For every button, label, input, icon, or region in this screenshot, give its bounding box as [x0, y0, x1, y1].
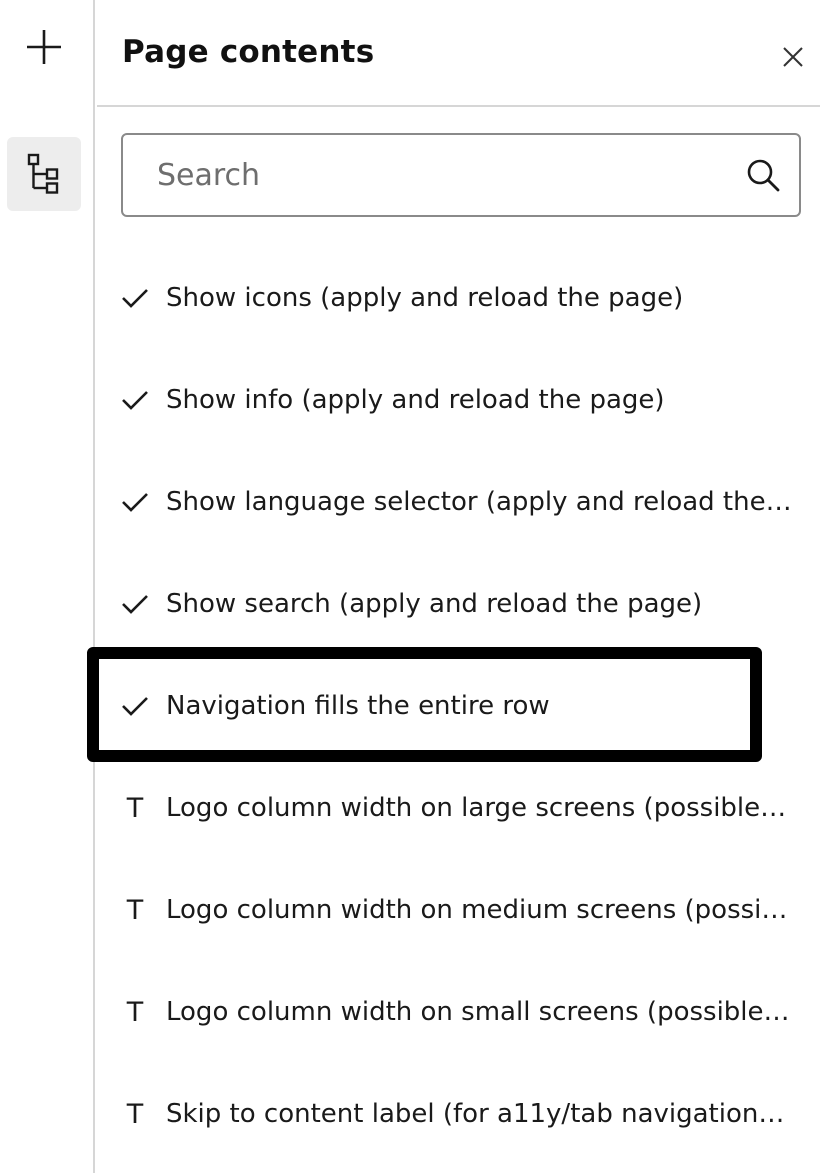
page-contents-button[interactable]: [7, 137, 81, 211]
panel-title: Page contents: [122, 34, 375, 70]
check-icon: [121, 386, 149, 414]
text-type-icon: T: [126, 894, 144, 926]
search-input[interactable]: [157, 135, 717, 215]
check-icon: [121, 590, 149, 618]
check-icon: [121, 488, 149, 516]
contents-list: Show icons (apply and reload the page) S…: [97, 247, 820, 1165]
close-icon: [783, 47, 803, 67]
panel-header: Page contents: [97, 0, 820, 107]
search-icon[interactable]: [745, 157, 781, 193]
list-item-label: Show info (apply and reload the page): [166, 385, 665, 415]
list-item[interactable]: T Logo column width on medium screens (p…: [97, 859, 820, 961]
page-contents-panel: Page contents Show icons (apply and relo…: [97, 0, 820, 1173]
add-button[interactable]: [7, 10, 81, 84]
list-item-label: Logo column width on large screens (poss…: [166, 793, 792, 823]
list-item-label: Skip to content label (for a11y/tab navi…: [166, 1099, 792, 1129]
list-item-label: Show icons (apply and reload the page): [166, 283, 684, 313]
list-item[interactable]: T Logo column width on small screens (po…: [97, 961, 820, 1063]
list-item[interactable]: Show search (apply and reload the page): [97, 553, 820, 655]
text-type-icon: T: [126, 996, 144, 1028]
list-item-label: Show search (apply and reload the page): [166, 589, 703, 619]
side-rail: [0, 0, 95, 1173]
list-item-navigation-fills-row[interactable]: Navigation fills the entire row: [97, 655, 820, 757]
tree-structure-icon: [27, 153, 59, 194]
check-icon: [121, 284, 149, 312]
plus-icon: [27, 30, 61, 64]
list-item[interactable]: Show info (apply and reload the page): [97, 349, 820, 451]
list-item[interactable]: Show icons (apply and reload the page): [97, 247, 820, 349]
list-item-label: Navigation fills the entire row: [166, 691, 550, 721]
list-item[interactable]: T Skip to content label (for a11y/tab na…: [97, 1063, 820, 1165]
list-item-label: Logo column width on small screens (poss…: [166, 997, 792, 1027]
list-item-label: Logo column width on medium screens (pos…: [166, 895, 788, 925]
text-type-icon: T: [126, 1098, 144, 1130]
text-type-icon: T: [126, 792, 144, 824]
check-icon: [121, 692, 149, 720]
list-item-label: Show language selector (apply and reload…: [166, 487, 792, 517]
list-item[interactable]: Show language selector (apply and reload…: [97, 451, 820, 553]
list-item[interactable]: T Logo column width on large screens (po…: [97, 757, 820, 859]
close-button[interactable]: [778, 42, 808, 72]
search-box: [121, 133, 801, 217]
